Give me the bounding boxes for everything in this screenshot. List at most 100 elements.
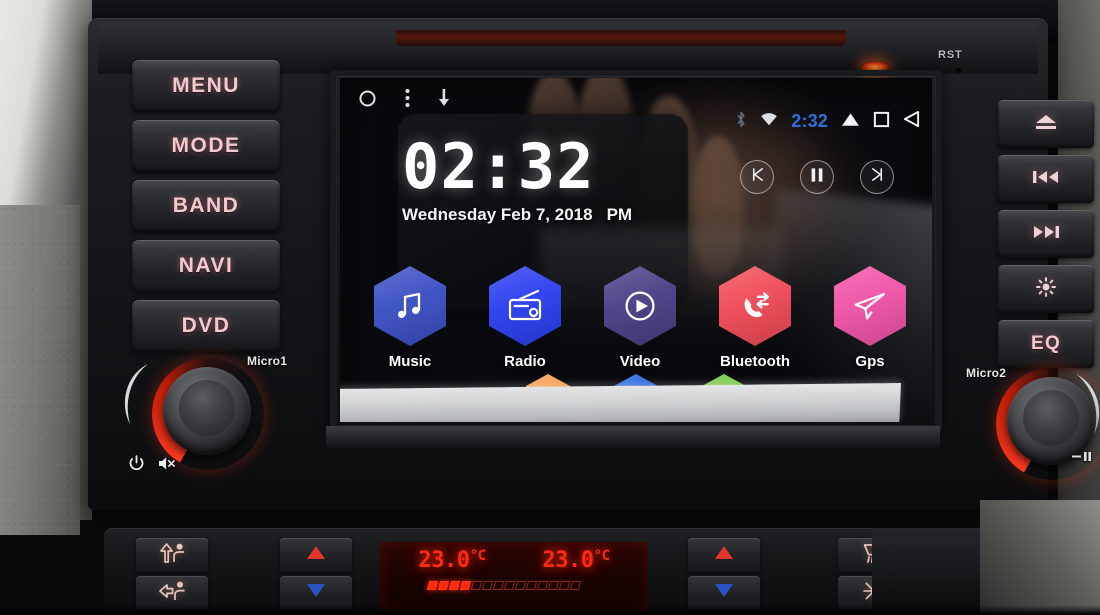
app-music[interactable]: Music — [362, 266, 458, 370]
left-knob-body[interactable] — [163, 367, 251, 455]
fan-segment — [569, 581, 582, 590]
skip-previous-icon — [750, 167, 765, 187]
fan-segment — [459, 581, 472, 590]
eq-button-label: EQ — [1030, 333, 1062, 354]
power-led-indicator — [862, 62, 888, 73]
fan-segment — [470, 581, 483, 590]
fan-segment — [426, 581, 439, 590]
circle-icon[interactable] — [358, 89, 377, 113]
left-mini-icon-group — [128, 455, 176, 477]
app-radio-tile[interactable] — [489, 266, 561, 346]
app-gps[interactable]: Gps — [822, 266, 918, 370]
temp-left-up-button[interactable] — [280, 538, 352, 572]
clock-date-row: Wednesday Feb 7, 2018 PM — [402, 205, 632, 225]
screen-overlay-icons — [358, 88, 450, 113]
screen-lower-shelf — [326, 426, 940, 448]
navi-button[interactable]: NAVI — [132, 240, 280, 292]
next-track-button[interactable] — [998, 210, 1094, 258]
app-radio-label: Radio — [504, 353, 546, 370]
micro1-label: Micro1 — [247, 354, 288, 368]
menu-button-label: MENU — [172, 74, 240, 97]
micro2-label: Micro2 — [966, 366, 1007, 380]
mode-button-label: MODE — [171, 134, 241, 157]
square-icon[interactable] — [873, 111, 890, 133]
status-bar-clock: 2:32 — [791, 111, 828, 131]
eq-button[interactable]: EQ — [998, 320, 1094, 368]
menu-button[interactable]: MENU — [132, 60, 280, 112]
lcd-temperature-row: 23.0°C 23.0°C — [380, 542, 648, 573]
right-button-column: EQ — [998, 100, 1094, 368]
fan-segment — [536, 581, 549, 590]
app-gps-tile[interactable] — [834, 266, 906, 346]
left-temperature: 23.0°C — [418, 548, 486, 573]
reset-pinhole[interactable] — [955, 66, 962, 73]
play-pause-icon[interactable] — [1072, 450, 1094, 468]
fan-speed-bargraph — [380, 573, 648, 590]
left-button-column: MENU MODE BAND NAVI DVD — [132, 60, 280, 352]
fan-segment — [547, 581, 560, 590]
volume-knob-left[interactable] — [152, 358, 264, 470]
app-radio[interactable]: Radio — [477, 266, 573, 370]
android-status-bar: 2:32 — [735, 110, 920, 133]
fan-segment — [448, 581, 461, 590]
app-grid: Music Radio Video Bluetooth Gps — [362, 266, 918, 370]
previous-track-icon — [1032, 169, 1060, 190]
clock-widget[interactable]: 02:32 Wednesday Feb 7, 2018 PM — [402, 136, 632, 225]
back-triangle-icon[interactable] — [903, 110, 920, 133]
next-button[interactable] — [860, 160, 894, 194]
fan-segment — [525, 581, 538, 590]
dashboard-right-lower-trim — [980, 500, 1100, 615]
pause-icon — [810, 167, 824, 188]
wifi-icon — [760, 112, 778, 131]
clock-ampm: PM — [606, 205, 633, 224]
band-button-label: BAND — [172, 194, 240, 217]
app-video-tile[interactable] — [604, 266, 676, 346]
climate-lcd-display: 23.0°C 23.0°C — [380, 542, 648, 612]
clock-time: 02:32 — [402, 130, 595, 203]
left-knob-cap — [179, 380, 235, 436]
temp-up-icon — [714, 545, 734, 565]
app-video[interactable]: Video — [592, 266, 688, 370]
mode-button[interactable]: MODE — [132, 120, 280, 172]
previous-track-button[interactable] — [998, 155, 1094, 203]
airflow-face-button[interactable] — [136, 538, 208, 572]
right-temperature: 23.0°C — [542, 548, 610, 573]
fan-segment — [503, 581, 516, 590]
dvd-button-label: DVD — [181, 314, 231, 337]
overflow-menu-icon[interactable] — [405, 88, 410, 113]
dvd-button[interactable]: DVD — [132, 300, 280, 352]
android-touchscreen[interactable]: 2:32 02:32 Wednesday Feb 7, 2018 PM Musi… — [340, 78, 932, 422]
pause-button[interactable] — [800, 160, 834, 194]
eject-icon — [1034, 114, 1058, 135]
mute-icon[interactable] — [157, 455, 176, 477]
app-bluetooth-tile[interactable] — [719, 266, 791, 346]
skip-next-icon — [870, 167, 885, 187]
climate-control-panel: 23.0°C 23.0°C — [104, 528, 992, 615]
bezel-led-bar — [396, 30, 846, 46]
temp-down-icon — [306, 583, 326, 603]
temp-up-icon — [306, 545, 326, 565]
fan-segment — [481, 581, 494, 590]
brightness-icon — [1036, 276, 1056, 302]
temp-down-icon — [714, 583, 734, 603]
reset-label: RST — [938, 49, 963, 61]
fan-segment — [437, 581, 450, 590]
app-video-label: Video — [619, 353, 661, 370]
download-arrow-icon[interactable] — [438, 89, 450, 112]
brightness-button[interactable] — [998, 265, 1094, 313]
right-knob-cap — [1023, 390, 1079, 446]
car-head-unit-photo: RST MENU MODE BAND NAVI DVD EQ Micro1 Mi… — [0, 0, 1100, 615]
app-bluetooth[interactable]: Bluetooth — [707, 266, 803, 370]
airflow-feet-icon — [157, 580, 187, 607]
previous-button[interactable] — [740, 160, 774, 194]
bottom-shadow — [0, 605, 1100, 615]
power-icon[interactable] — [128, 455, 145, 477]
band-button[interactable]: BAND — [132, 180, 280, 232]
eject-button[interactable] — [998, 100, 1094, 148]
dashboard-texture — [0, 205, 80, 535]
triangle-up-icon[interactable] — [841, 112, 860, 132]
fan-segment — [514, 581, 527, 590]
temp-right-up-button[interactable] — [688, 538, 760, 572]
app-music-tile[interactable] — [374, 266, 446, 346]
climate-right-blank-panel — [872, 528, 992, 615]
